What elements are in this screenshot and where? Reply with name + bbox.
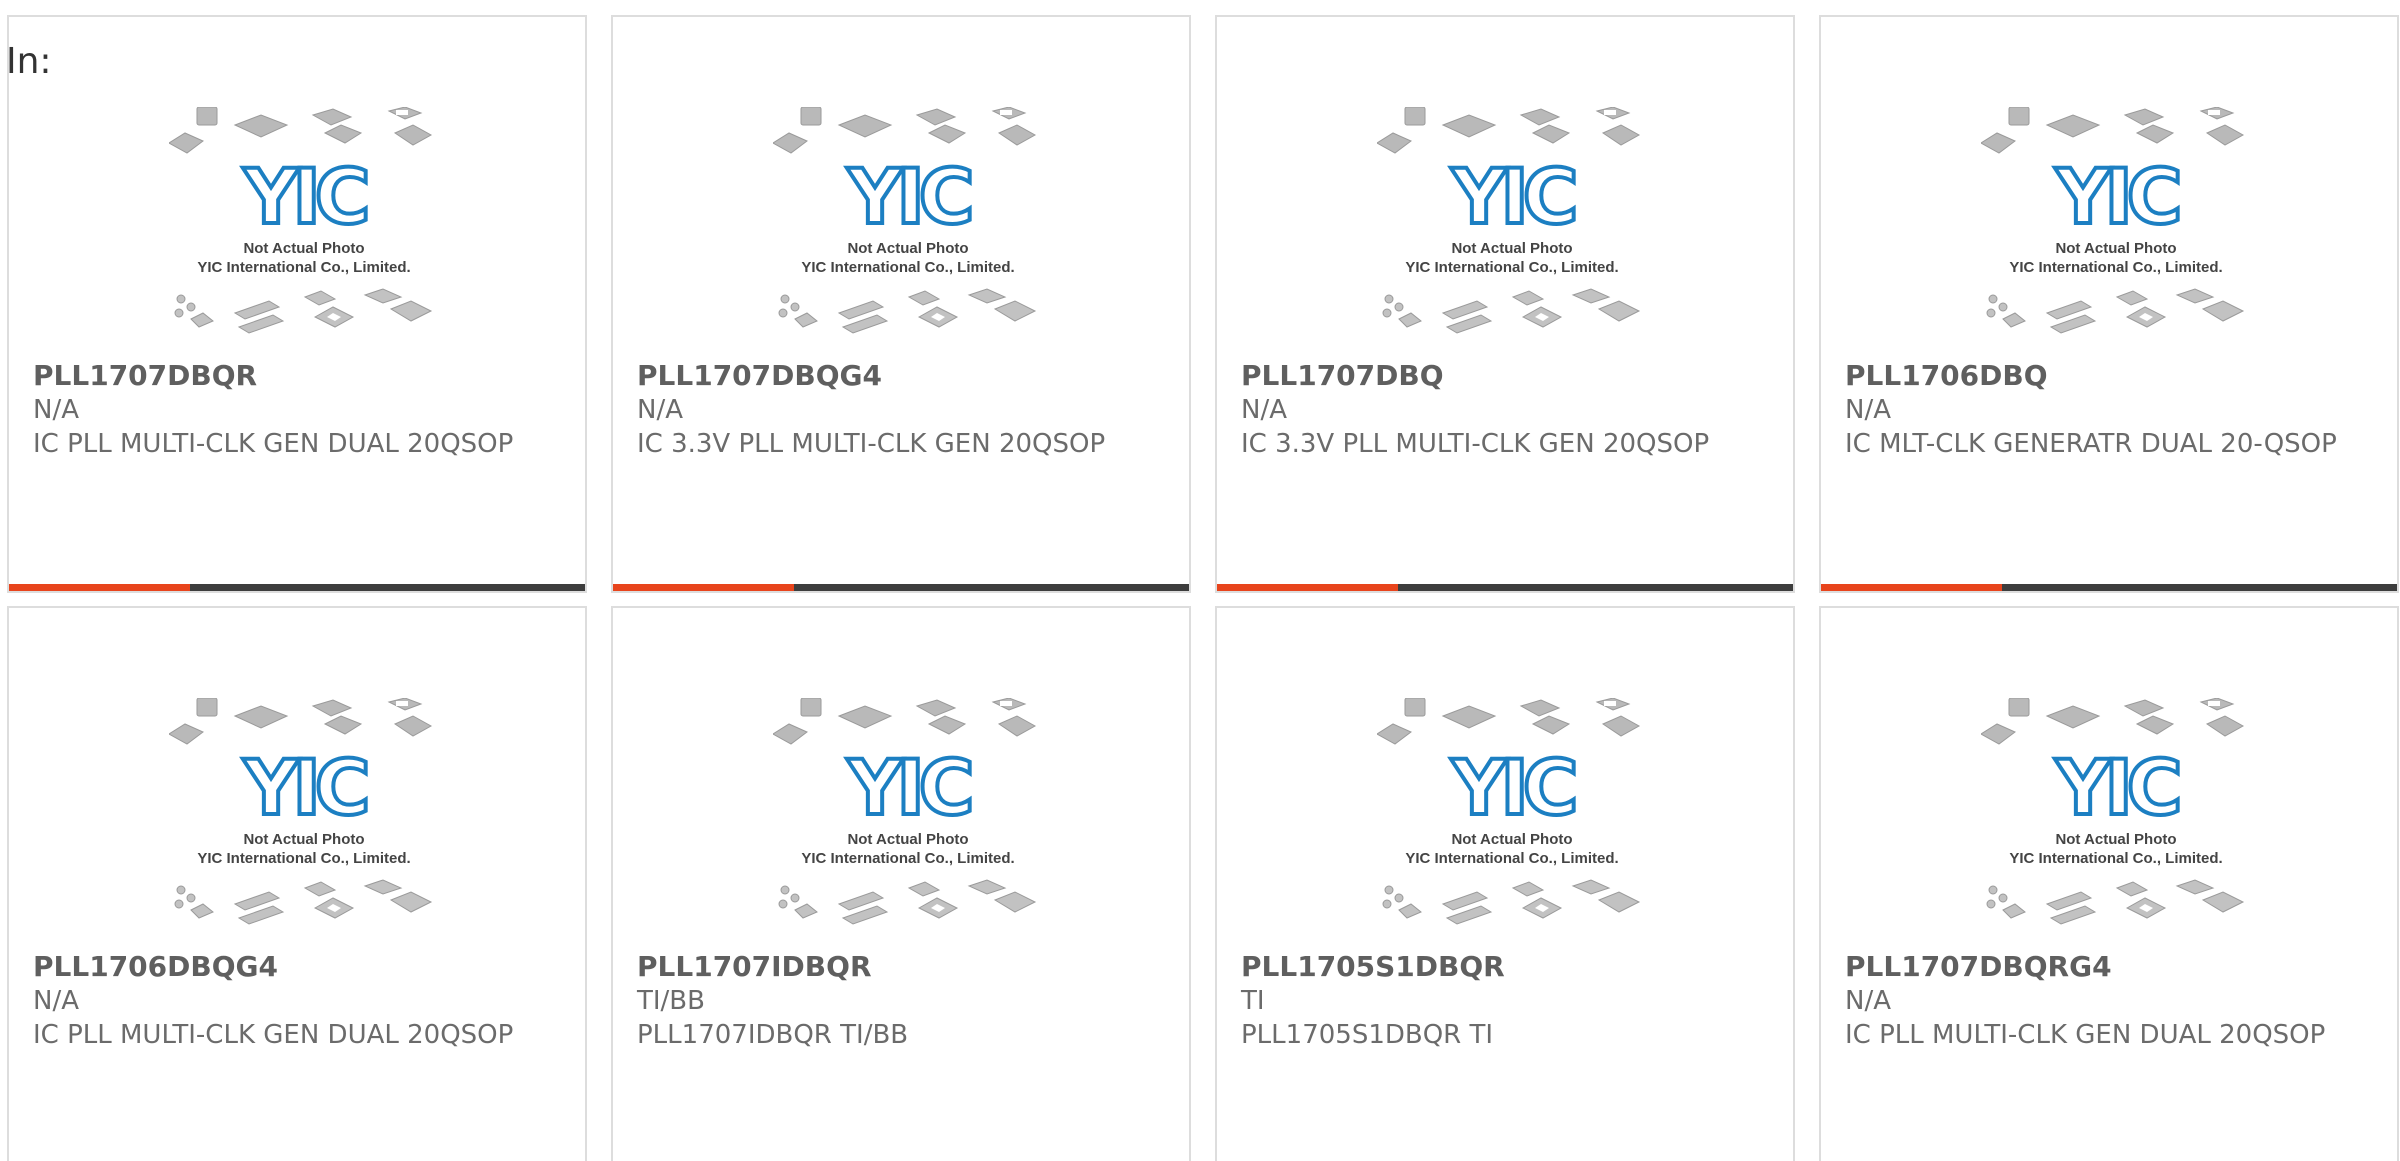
photo-caption-line1: Not Actual Photo: [847, 240, 968, 257]
product-manufacturer: TI: [1241, 986, 1265, 1016]
photo-caption-line2: YIC International Co., Limited.: [2009, 850, 2222, 867]
photo-caption-line2: YIC International Co., Limited.: [197, 850, 410, 867]
product-info: PLL1707IDBQR TI/BB PLL1707IDBQR TI/BB: [637, 950, 1157, 1052]
product-photo-placeholder: YIC Not Actual Photo YIC International C…: [169, 698, 439, 938]
photo-caption-line2: YIC International Co., Limited.: [1405, 259, 1618, 276]
product-photo-placeholder: YIC Not Actual Photo YIC International C…: [773, 698, 1043, 938]
yic-logo-text: YIC: [2054, 743, 2177, 832]
search-results-page: In: YIC Not Actual Photo YIC Internation…: [0, 0, 2400, 1161]
product-grid: YIC Not Actual Photo YIC International C…: [7, 15, 2399, 1161]
product-manufacturer: TI/BB: [637, 986, 705, 1016]
product-card[interactable]: YIC Not Actual Photo YIC International C…: [7, 606, 587, 1161]
product-description: IC 3.3V PLL MULTI-CLK GEN 20QSOP: [637, 429, 1106, 459]
product-part-number[interactable]: PLL1707DBQR: [33, 359, 553, 393]
product-card[interactable]: YIC Not Actual Photo YIC International C…: [1819, 15, 2399, 593]
yic-logo-text: YIC: [2054, 152, 2177, 241]
yic-logo-text: YIC: [846, 743, 969, 832]
product-description: PLL1707IDBQR TI/BB: [637, 1020, 909, 1050]
yic-logo-text: YIC: [242, 743, 365, 832]
product-manufacturer: N/A: [33, 395, 79, 425]
card-progress-fill: [9, 584, 191, 591]
photo-caption-line2: YIC International Co., Limited.: [2009, 259, 2222, 276]
chip-packages-image: YIC Not Actual Photo YIC International C…: [1981, 107, 2245, 334]
yic-logo-text: YIC: [1450, 743, 1573, 832]
photo-caption-line2: YIC International Co., Limited.: [197, 259, 410, 276]
product-manufacturer: N/A: [1845, 395, 1891, 425]
product-card[interactable]: YIC Not Actual Photo YIC International C…: [7, 15, 587, 593]
photo-caption-line2: YIC International Co., Limited.: [801, 850, 1014, 867]
product-description: IC 3.3V PLL MULTI-CLK GEN 20QSOP: [1241, 429, 1710, 459]
product-part-number[interactable]: PLL1706DBQ: [1845, 359, 2365, 393]
chip-packages-image: YIC Not Actual Photo YIC International C…: [1377, 107, 1641, 334]
card-progress-fill: [613, 584, 795, 591]
product-manufacturer: N/A: [637, 395, 683, 425]
product-info: PLL1707DBQG4 N/A IC 3.3V PLL MULTI-CLK G…: [637, 359, 1157, 461]
yic-logo-text: YIC: [846, 152, 969, 241]
card-progress-bar: [1821, 584, 2397, 591]
in-label: In:: [6, 41, 52, 82]
card-progress-fill: [1217, 584, 1399, 591]
product-description: IC PLL MULTI-CLK GEN DUAL 20QSOP: [33, 1020, 514, 1050]
chip-packages-image: YIC Not Actual Photo YIC International C…: [1377, 698, 1641, 925]
card-progress-bar: [9, 584, 585, 591]
chip-packages-image: YIC Not Actual Photo YIC International C…: [773, 107, 1037, 334]
product-info: PLL1706DBQG4 N/A IC PLL MULTI-CLK GEN DU…: [33, 950, 553, 1052]
product-card[interactable]: YIC Not Actual Photo YIC International C…: [611, 606, 1191, 1161]
product-part-number[interactable]: PLL1705S1DBQR: [1241, 950, 1761, 984]
product-part-number[interactable]: PLL1707DBQG4: [637, 359, 1157, 393]
product-description: PLL1705S1DBQR TI: [1241, 1020, 1494, 1050]
product-card[interactable]: YIC Not Actual Photo YIC International C…: [1215, 606, 1795, 1161]
photo-caption-line1: Not Actual Photo: [1451, 831, 1572, 848]
photo-caption-line1: Not Actual Photo: [2055, 240, 2176, 257]
product-description: IC PLL MULTI-CLK GEN DUAL 20QSOP: [33, 429, 514, 459]
product-part-number[interactable]: PLL1707DBQ: [1241, 359, 1761, 393]
product-card[interactable]: YIC Not Actual Photo YIC International C…: [1215, 15, 1795, 593]
product-info: PLL1707DBQRG4 N/A IC PLL MULTI-CLK GEN D…: [1845, 950, 2365, 1052]
product-info: PLL1707DBQR N/A IC PLL MULTI-CLK GEN DUA…: [33, 359, 553, 461]
product-info: PLL1706DBQ N/A IC MLT-CLK GENERATR DUAL …: [1845, 359, 2365, 461]
photo-caption-line2: YIC International Co., Limited.: [1405, 850, 1618, 867]
product-part-number[interactable]: PLL1707IDBQR: [637, 950, 1157, 984]
card-progress-bar: [613, 584, 1189, 591]
product-card[interactable]: YIC Not Actual Photo YIC International C…: [611, 15, 1191, 593]
card-progress-bar: [1217, 584, 1793, 591]
product-manufacturer: N/A: [33, 986, 79, 1016]
chip-packages-image: YIC Not Actual Photo YIC International C…: [169, 698, 433, 925]
product-part-number[interactable]: PLL1706DBQG4: [33, 950, 553, 984]
product-info: PLL1705S1DBQR TI PLL1705S1DBQR TI: [1241, 950, 1761, 1052]
chip-packages-image: YIC Not Actual Photo YIC International C…: [1981, 698, 2245, 925]
photo-caption-line2: YIC International Co., Limited.: [801, 259, 1014, 276]
product-part-number[interactable]: PLL1707DBQRG4: [1845, 950, 2365, 984]
card-progress-fill: [1821, 584, 2003, 591]
photo-caption-line1: Not Actual Photo: [847, 831, 968, 848]
product-photo-placeholder: YIC Not Actual Photo YIC International C…: [773, 107, 1043, 347]
product-photo-placeholder: YIC Not Actual Photo YIC International C…: [1377, 107, 1647, 347]
product-photo-placeholder: YIC Not Actual Photo YIC International C…: [1981, 698, 2251, 938]
product-photo-placeholder: YIC Not Actual Photo YIC International C…: [1981, 107, 2251, 347]
product-info: PLL1707DBQ N/A IC 3.3V PLL MULTI-CLK GEN…: [1241, 359, 1761, 461]
yic-logo-text: YIC: [1450, 152, 1573, 241]
chip-packages-image: YIC Not Actual Photo YIC International C…: [773, 698, 1037, 925]
product-card[interactable]: YIC Not Actual Photo YIC International C…: [1819, 606, 2399, 1161]
product-manufacturer: N/A: [1241, 395, 1287, 425]
chip-packages-image: YIC Not Actual Photo YIC International C…: [169, 107, 433, 334]
yic-logo-text: YIC: [242, 152, 365, 241]
product-description: IC MLT-CLK GENERATR DUAL 20-QSOP: [1845, 429, 2337, 459]
product-description: IC PLL MULTI-CLK GEN DUAL 20QSOP: [1845, 1020, 2326, 1050]
photo-caption-line1: Not Actual Photo: [243, 831, 364, 848]
product-photo-placeholder: YIC Not Actual Photo YIC International C…: [1377, 698, 1647, 938]
photo-caption-line1: Not Actual Photo: [2055, 831, 2176, 848]
photo-caption-line1: Not Actual Photo: [1451, 240, 1572, 257]
product-manufacturer: N/A: [1845, 986, 1891, 1016]
photo-caption-line1: Not Actual Photo: [243, 240, 364, 257]
product-photo-placeholder: YIC Not Actual Photo YIC International C…: [169, 107, 439, 347]
